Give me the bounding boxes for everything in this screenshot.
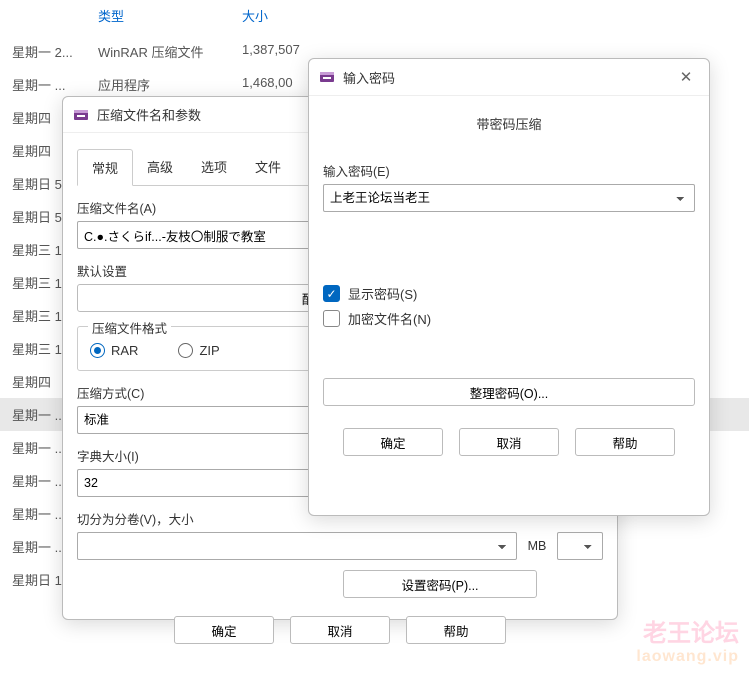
rar-icon	[319, 69, 335, 85]
show-password-checkbox[interactable]: ✓ 显示密码(S)	[323, 284, 695, 303]
archive-ok-button[interactable]: 确定	[174, 616, 274, 644]
format-rar-label: RAR	[111, 343, 138, 358]
tab-2[interactable]: 选项	[187, 149, 241, 185]
encrypt-names-checkbox[interactable]: 加密文件名(N)	[323, 309, 695, 328]
row-size: 1,387,507	[242, 42, 300, 61]
archive-cancel-button[interactable]: 取消	[290, 616, 390, 644]
rar-icon	[73, 107, 89, 123]
tab-1[interactable]: 高级	[133, 149, 187, 185]
split-size-select[interactable]	[77, 532, 517, 560]
col-type-header: 类型	[98, 6, 242, 25]
watermark: 老王论坛 laowang.vip	[636, 613, 739, 666]
password-ok-button[interactable]: 确定	[343, 428, 443, 456]
split-unit-label: MB	[525, 539, 549, 553]
show-password-label: 显示密码(S)	[348, 284, 417, 303]
row-size: 1,468,00	[242, 75, 293, 94]
col-size-header: 大小	[242, 6, 268, 25]
archive-footer: 确定 取消 帮助	[63, 604, 617, 656]
row-date: 星期一 ...	[12, 75, 98, 94]
tab-0[interactable]: 常规	[77, 149, 133, 186]
close-icon: ✕	[680, 70, 693, 85]
format-rar-radio[interactable]: RAR	[90, 343, 138, 358]
watermark-text-2: laowang.vip	[636, 648, 739, 666]
password-titlebar: 输入密码 ✕	[309, 59, 709, 96]
password-help-button[interactable]: 帮助	[575, 428, 675, 456]
row-type: WinRAR 压缩文件	[98, 42, 242, 61]
split-unit-select[interactable]	[557, 532, 603, 560]
password-dialog: 输入密码 ✕ 带密码压缩 输入密码(E) 上老王论坛当老王 ✓ 显示密码(S) …	[308, 58, 710, 516]
password-heading: 带密码压缩	[323, 106, 695, 149]
radio-icon	[90, 343, 105, 358]
organize-passwords-button[interactable]: 整理密码(O)...	[323, 378, 695, 406]
checkbox-icon: ✓	[323, 285, 340, 302]
password-footer: 确定 取消 帮助	[309, 416, 709, 468]
row-date: 星期一 2...	[12, 42, 98, 61]
format-zip-label: ZIP	[199, 343, 219, 358]
tab-3[interactable]: 文件	[241, 149, 295, 185]
password-title: 输入密码	[343, 68, 673, 87]
password-cancel-button[interactable]: 取消	[459, 428, 559, 456]
checkbox-icon	[323, 310, 340, 327]
format-legend: 压缩文件格式	[88, 318, 171, 337]
list-header: 类型 大小	[0, 6, 749, 35]
watermark-text-1: 老王论坛	[636, 613, 739, 648]
radio-icon	[178, 343, 193, 358]
password-label: 输入密码(E)	[323, 161, 695, 180]
encrypt-names-label: 加密文件名(N)	[348, 309, 431, 328]
close-button[interactable]: ✕	[673, 67, 699, 87]
password-input[interactable]: 上老王论坛当老王	[323, 184, 695, 212]
set-password-button[interactable]: 设置密码(P)...	[343, 570, 537, 598]
row-type: 应用程序	[98, 75, 242, 94]
archive-help-button[interactable]: 帮助	[406, 616, 506, 644]
format-zip-radio[interactable]: ZIP	[178, 343, 219, 358]
